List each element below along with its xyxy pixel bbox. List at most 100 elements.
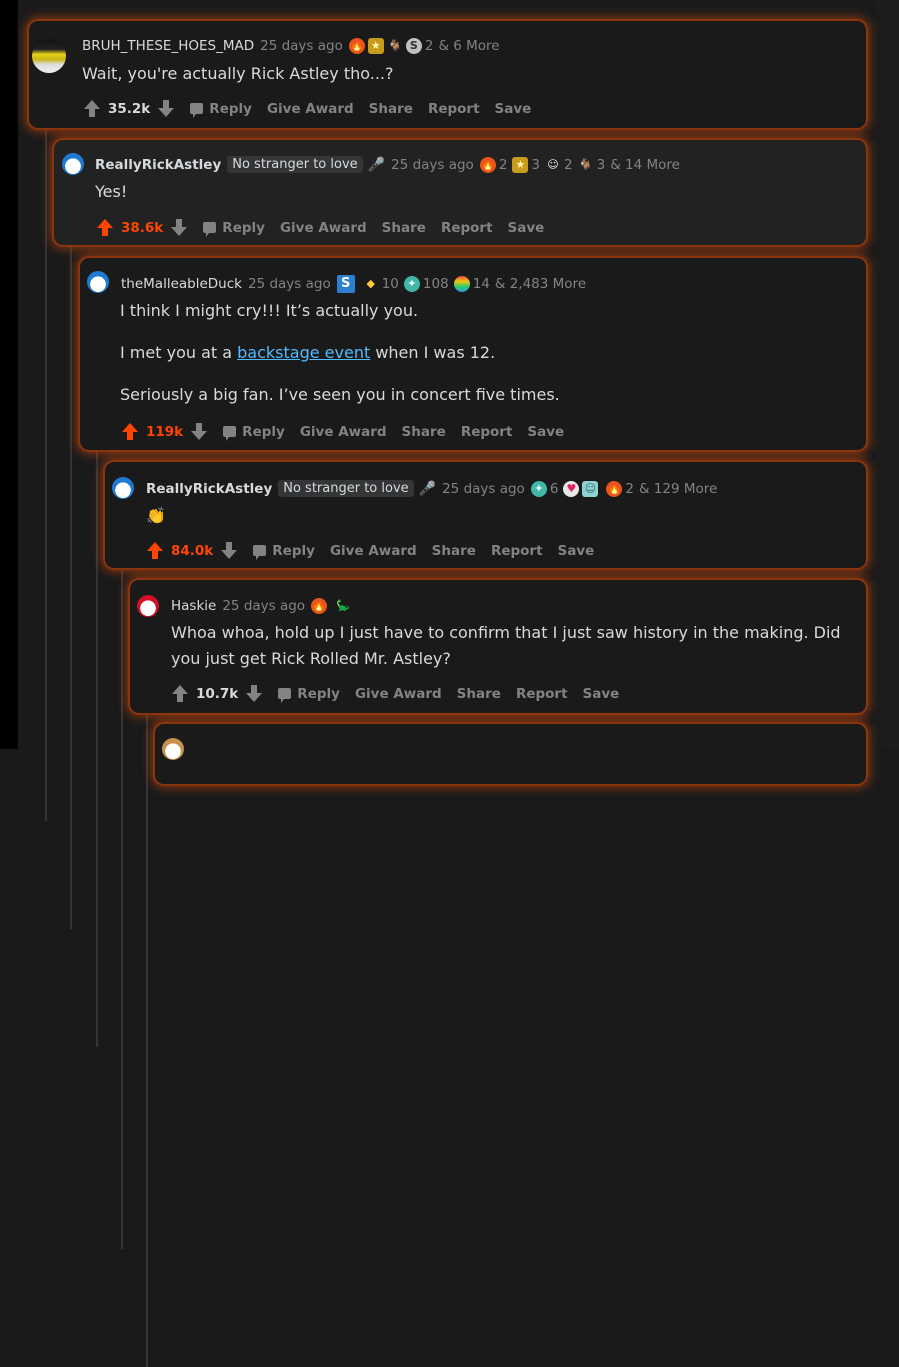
upvote-button[interactable] xyxy=(97,219,113,236)
user-avatar[interactable] xyxy=(137,595,159,617)
comment-actions: 84.0k Reply Give Award Share Report Save xyxy=(147,542,609,560)
thread-line[interactable] xyxy=(146,618,148,1367)
downvote-button[interactable] xyxy=(221,542,238,559)
platinum-award-icon[interactable]: ✦ xyxy=(403,276,420,292)
upvote-button[interactable] xyxy=(172,685,188,702)
comment-card: Haskie 25 days ago 🔥 🦕 Whoa whoa, hold u… xyxy=(130,580,866,713)
award-count: 6 xyxy=(549,480,559,497)
gold-award-icon[interactable]: ★ xyxy=(367,38,384,54)
save-button[interactable]: Save xyxy=(583,686,620,702)
award-count: 2 xyxy=(625,480,635,497)
save-button[interactable]: Save xyxy=(527,424,564,440)
comment-bubble-icon xyxy=(190,103,204,118)
give-award-button[interactable]: Give Award xyxy=(280,220,367,236)
comment-card: ReallyRickAstley No stranger to love 🎤 2… xyxy=(54,140,866,245)
comment-meta: theMalleableDuck 25 days ago S ◆ 10 ✦ 10… xyxy=(121,275,586,293)
comment-card: theMalleableDuck 25 days ago S ◆ 10 ✦ 10… xyxy=(80,258,866,450)
report-button[interactable]: Report xyxy=(461,424,513,440)
user-avatar[interactable] xyxy=(87,271,109,293)
user-avatar[interactable] xyxy=(32,39,66,73)
save-button[interactable]: Save xyxy=(558,543,595,559)
comment-body: Yes! xyxy=(95,179,127,205)
reply-button[interactable]: Reply xyxy=(272,543,315,559)
comment-actions: 10.7k Reply Give Award Share Report Save xyxy=(172,685,634,703)
give-award-button[interactable]: Give Award xyxy=(330,543,417,559)
report-button[interactable]: Report xyxy=(516,686,568,702)
more-awards-link[interactable]: & 14 More xyxy=(610,157,680,173)
comment-card-partial xyxy=(155,724,866,784)
award-count: 2 xyxy=(424,38,434,54)
comment-meta: ReallyRickAstley No stranger to love 🎤 2… xyxy=(146,480,717,497)
share-button[interactable]: Share xyxy=(369,101,413,117)
timestamp[interactable]: 25 days ago xyxy=(391,157,474,173)
upvote-button[interactable] xyxy=(147,542,163,559)
more-awards-link[interactable]: & 6 More xyxy=(438,38,499,54)
username[interactable]: ReallyRickAstley xyxy=(146,481,272,497)
reply-button[interactable]: Reply xyxy=(222,220,265,236)
thread-line[interactable] xyxy=(121,500,123,1249)
share-button[interactable]: Share xyxy=(402,424,446,440)
comment-card: BRUH_THESE_HOES_MAD 25 days ago 🔥 ★ 🐐 S … xyxy=(29,21,866,128)
more-awards-link[interactable]: & 2,483 More xyxy=(495,276,586,292)
heart-eyes-award-icon[interactable]: ♥ xyxy=(563,480,580,497)
save-button[interactable]: Save xyxy=(508,220,545,236)
reply-button[interactable]: Reply xyxy=(242,424,285,440)
timestamp[interactable]: 25 days ago xyxy=(248,276,331,292)
silver-award-icon[interactable]: S xyxy=(405,38,422,54)
comment-bubble-icon xyxy=(223,426,237,441)
goat-award-icon[interactable]: 🐐 xyxy=(578,157,594,173)
goat-award-icon[interactable]: 🐐 xyxy=(387,38,403,54)
user-avatar[interactable] xyxy=(112,477,134,499)
fire-award-icon[interactable]: 🔥 xyxy=(311,598,328,614)
comment-actions: 119k Reply Give Award Share Report Save xyxy=(122,423,579,441)
thread-line[interactable] xyxy=(70,180,72,929)
wholesome-award-icon[interactable]: ☺ xyxy=(545,157,561,173)
upvote-button[interactable] xyxy=(122,423,138,440)
dinosaur-award-icon[interactable]: 🦕 xyxy=(335,598,351,614)
timestamp[interactable]: 25 days ago xyxy=(222,598,305,614)
comment-bubble-icon xyxy=(253,545,267,560)
clap-emoji: 👏 xyxy=(146,506,166,525)
report-button[interactable]: Report xyxy=(491,543,543,559)
give-award-button[interactable]: Give Award xyxy=(355,686,442,702)
user-avatar[interactable] xyxy=(162,738,184,760)
platinum-award-icon[interactable]: ✦ xyxy=(530,480,547,497)
username[interactable]: BRUH_THESE_HOES_MAD xyxy=(82,38,254,54)
username[interactable]: theMalleableDuck xyxy=(121,276,242,292)
downvote-button[interactable] xyxy=(158,100,175,117)
share-button[interactable]: Share xyxy=(457,686,501,702)
timestamp[interactable]: 25 days ago xyxy=(260,38,343,54)
comment-meta: ReallyRickAstley No stranger to love 🎤 2… xyxy=(95,156,680,173)
gem-award-icon[interactable]: ◆ xyxy=(363,276,379,292)
report-button[interactable]: Report xyxy=(428,101,480,117)
user-flair: No stranger to love xyxy=(227,156,363,173)
downvote-button[interactable] xyxy=(191,423,208,440)
username[interactable]: ReallyRickAstley xyxy=(95,157,221,173)
reply-button[interactable]: Reply xyxy=(297,686,340,702)
fire-award-icon[interactable]: 🔥 xyxy=(606,480,623,497)
comment-paragraph: I think I might cry!!! It’s actually you… xyxy=(120,301,419,320)
rainbow-award-icon[interactable] xyxy=(453,276,470,292)
user-avatar[interactable] xyxy=(62,153,84,175)
fire-award-icon[interactable]: 🔥 xyxy=(348,38,365,54)
more-awards-link[interactable]: & 129 More xyxy=(639,481,717,497)
give-award-button[interactable]: Give Award xyxy=(267,101,354,117)
give-award-button[interactable]: Give Award xyxy=(300,424,387,440)
upvote-button[interactable] xyxy=(84,100,100,117)
username[interactable]: Haskie xyxy=(171,598,216,614)
silver-award-icon[interactable]: S xyxy=(336,275,355,293)
share-button[interactable]: Share xyxy=(432,543,476,559)
save-button[interactable]: Save xyxy=(495,101,532,117)
report-button[interactable]: Report xyxy=(441,220,493,236)
downvote-button[interactable] xyxy=(246,685,263,702)
share-button[interactable]: Share xyxy=(382,220,426,236)
thread-line[interactable] xyxy=(45,72,47,821)
fire-award-icon[interactable]: 🔥 xyxy=(479,156,496,173)
score: 35.2k xyxy=(108,100,151,117)
helpful-award-icon[interactable]: ☺ xyxy=(582,480,599,497)
reply-button[interactable]: Reply xyxy=(209,101,252,117)
timestamp[interactable]: 25 days ago xyxy=(442,481,525,497)
backstage-event-link[interactable]: backstage event xyxy=(237,343,370,362)
downvote-button[interactable] xyxy=(171,219,188,236)
gold-award-icon[interactable]: ★ xyxy=(512,156,529,173)
